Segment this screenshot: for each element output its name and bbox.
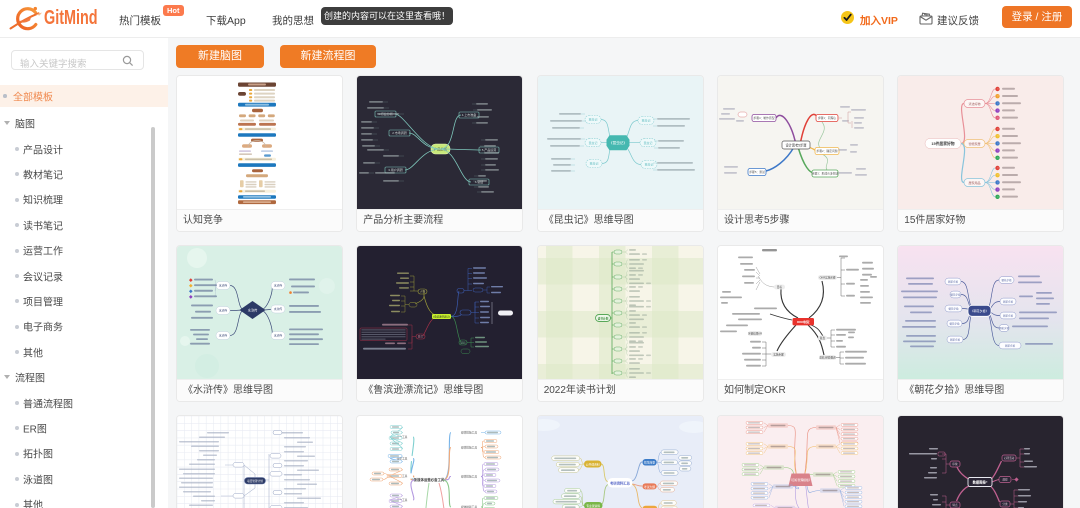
svg-text:昆虫记: 昆虫记 [641,118,650,123]
svg-text:5.产品运营: 5.产品运营 [482,147,497,152]
svg-text:媒体排版工具: 媒体排版工具 [461,431,477,435]
svg-text:招生简章: 招生简章 [644,461,655,465]
svg-text:朝花夕拾: 朝花夕拾 [1005,344,1016,348]
svg-text:朝花夕拾: 朝花夕拾 [1003,314,1014,318]
svg-text:步骤2：确定问题: 步骤2：确定问题 [816,149,837,153]
svg-text:实施步骤: 实施步骤 [773,353,784,357]
svg-text:设计思考5步骤: 设计思考5步骤 [786,143,808,148]
svg-text:《朝花夕拾》: 《朝花夕拾》 [971,309,989,314]
svg-text:昆虫记: 昆虫记 [589,161,598,166]
svg-text:印象: 印象 [953,462,959,466]
svg-text:考研资料汇总: 考研资料汇总 [610,480,630,485]
svg-text:朝花夕拾: 朝花夕拾 [950,322,961,326]
svg-text:观察: 观察 [1003,478,1009,482]
svg-text:朝花夕拾: 朝花夕拾 [951,293,962,297]
svg-text:《目标管理模板》: 《目标管理模板》 [789,478,811,482]
svg-text:目标: 目标 [777,285,783,289]
svg-text:朝花夕拾: 朝花夕拾 [1002,278,1013,282]
svg-text:媒体排版工具: 媒体排版工具 [461,446,477,450]
svg-text:昆虫记: 昆虫记 [588,117,597,122]
svg-text:朝花夕拾: 朝花夕拾 [950,338,961,342]
svg-text:新媒体运营必备工具: 新媒体运营必备工具 [414,477,445,482]
svg-text:考试大纲: 考试大纲 [644,485,655,489]
svg-text:4.上市准备: 4.上市准备 [462,112,477,117]
svg-text:朝花夕拾: 朝花夕拾 [948,280,959,284]
svg-text:水浒传: 水浒传 [219,284,228,288]
svg-text:智能家居: 智能家居 [969,141,981,146]
svg-text:清洁好物: 清洁好物 [969,101,981,106]
svg-text:媒体排版工具: 媒体排版工具 [461,475,477,479]
svg-text:OKR制定: OKR制定 [797,319,810,324]
svg-text:公共课资料: 公共课资料 [585,462,599,466]
svg-text:情节: 情节 [418,335,424,339]
svg-text:OKR实施关键: OKR实施关键 [820,276,836,280]
svg-text:专业课资料: 专业课资料 [586,504,600,508]
svg-text:读书计划: 读书计划 [597,317,608,321]
svg-text:朝花夕拾: 朝花夕拾 [949,307,960,311]
svg-text:朝花夕拾: 朝花夕拾 [1003,300,1014,304]
svg-text:《鲁滨逊漂流记》: 《鲁滨逊漂流记》 [432,315,451,319]
svg-text:心理活动: 心理活动 [1004,456,1015,460]
svg-text:项目管理计划: 项目管理计划 [247,479,263,483]
svg-text:15件居家好物: 15件居家好物 [932,141,955,146]
svg-text:2.市场调研: 2.市场调研 [393,130,408,135]
svg-text:关键结果KR: 关键结果KR [748,332,762,336]
svg-text:水浒传: 水浒传 [274,284,283,288]
svg-text:昆虫记: 昆虫记 [643,140,652,145]
svg-text:步骤5：测试: 步骤5：测试 [749,170,765,174]
svg-text:《昆虫记》: 《昆虫记》 [609,140,627,145]
svg-text:数据周报/²: 数据周报/² [972,480,988,485]
svg-text:昆虫记: 昆虫记 [644,162,653,167]
svg-text:水浒传: 水浒传 [219,334,228,338]
svg-text:分类: 分类 [1003,502,1009,506]
svg-text:特点: 特点 [953,503,959,507]
svg-text:人物: 人物 [420,290,426,294]
svg-text:总结 经验教训: 总结 经验教训 [819,356,836,360]
svg-text:3.用户调研: 3.用户调研 [389,167,404,172]
svg-text:居家用品: 居家用品 [969,180,981,185]
svg-text:复盘: 复盘 [820,336,826,340]
svg-text:昆虫记: 昆虫记 [588,140,597,145]
svg-text:结局: 结局 [461,341,467,345]
svg-text:水浒传: 水浒传 [274,334,283,338]
svg-text:步骤1：同理心: 步骤1：同理心 [818,116,837,120]
svg-text:步骤3：形成众多想法: 步骤3：形成众多想法 [812,172,839,176]
svg-text:水浒传: 水浒传 [219,309,228,313]
svg-text:水浒传: 水浒传 [274,308,283,312]
svg-text:步骤4：制作原型: 步骤4：制作原型 [753,116,774,120]
svg-text:水浒传: 水浒传 [248,308,258,313]
svg-text:朝花夕拾: 朝花夕拾 [999,326,1010,330]
